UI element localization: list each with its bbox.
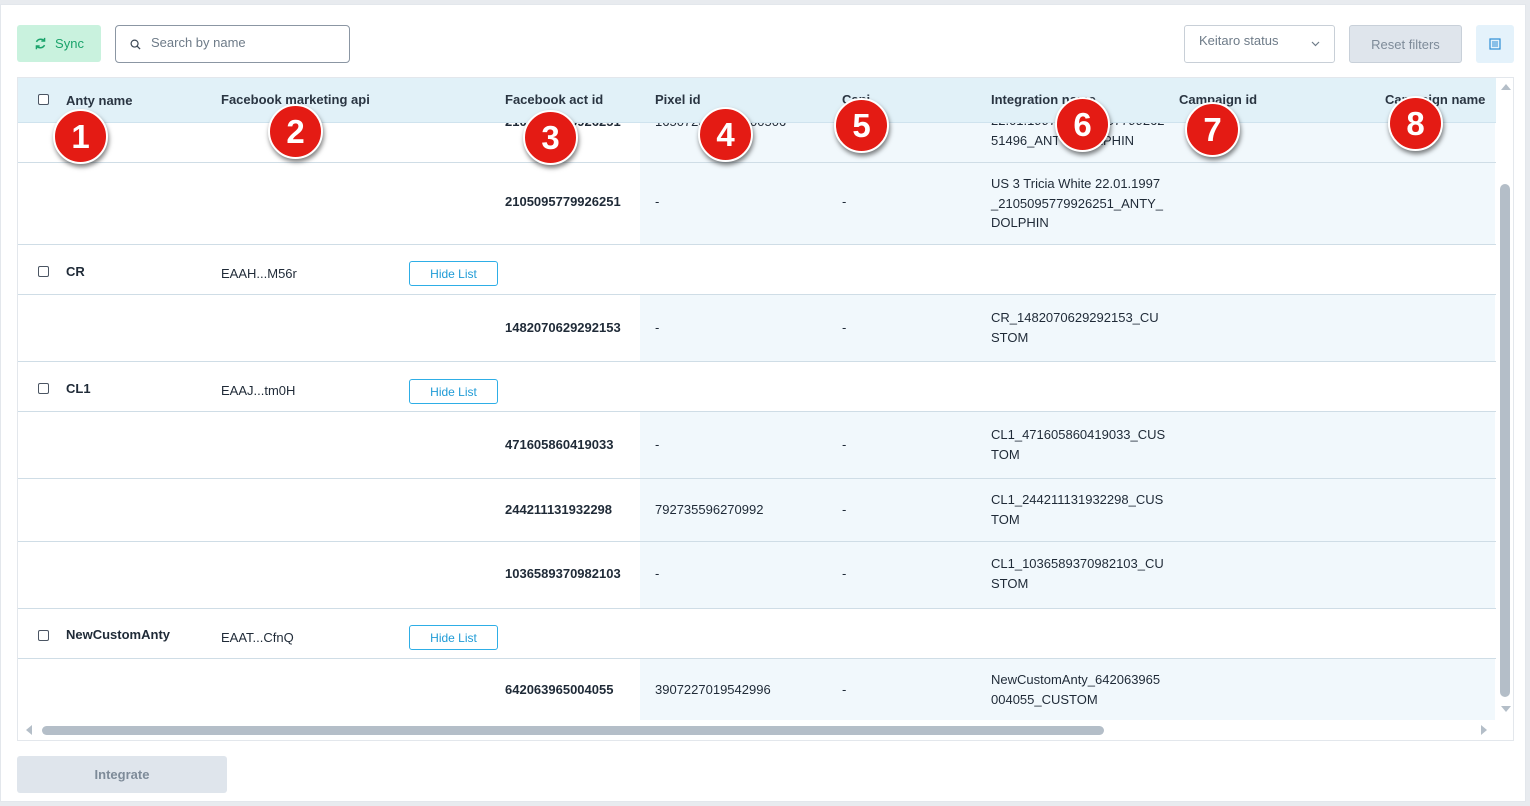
integrations-table: 2105095779926251 1650723 00506 22.01.199… [17,77,1514,741]
keitaro-status-select[interactable]: Keitaro status [1184,25,1335,63]
sync-button[interactable]: Sync [17,25,101,62]
integration-name-cell: CL1_1036589370982103_CUSTOM [991,556,1164,591]
chevron-down-icon [1311,41,1320,47]
table-body: 2105095779926251 1650723 00506 22.01.199… [18,78,1496,721]
marketing-api-cell: EAAH...M56r [221,266,297,281]
integration-name-cell: NewCustomAnty_642063965004055_CUSTOM [991,672,1161,707]
marker-badge-1: 1 [53,109,108,164]
view-toggle-button[interactable] [1476,25,1514,63]
table-view-icon [1489,38,1501,50]
hide-list-button[interactable]: Hide List [409,261,498,286]
search-box[interactable] [115,25,350,63]
horizontal-scroll-thumb[interactable] [42,726,1104,735]
table-row: CR EAAH...M56r Hide List [18,245,1496,295]
integrate-button[interactable]: Integrate [17,756,227,793]
col-pixel-id[interactable]: Pixel id [655,92,701,107]
col-anty-name[interactable]: Anty name [66,93,132,108]
act-id-cell: 1482070629292153 [505,320,621,335]
reset-filters-button[interactable]: Reset filters [1349,25,1462,63]
pixel-id-cell: - [655,566,660,581]
hide-list-label: Hide List [430,384,477,399]
hide-list-label: Hide List [430,630,477,645]
marker-badge-6: 6 [1055,97,1110,152]
search-input[interactable] [151,34,331,50]
capi-cell: - [842,320,847,335]
marker-badge-8: 8 [1388,96,1443,151]
act-id-cell: 471605860419033 [505,437,614,452]
capi-cell: - [842,437,847,452]
row-checkbox[interactable] [38,630,49,641]
marker-badge-5: 5 [834,98,889,153]
table-row: 2105095779926251 - - US 3 Tricia White 2… [18,163,1496,245]
hide-list-button[interactable]: Hide List [409,625,498,650]
scroll-right-icon[interactable] [1481,725,1487,735]
table-row: 1036589370982103 - - CL1_103658937098210… [18,542,1496,609]
table-row: NewCustomAnty EAAT...CfnQ Hide List [18,609,1496,659]
marker-badge-7: 7 [1185,102,1240,157]
table-row: 642063965004055 3907227019542996 - NewCu… [18,659,1496,721]
select-all-checkbox[interactable] [38,94,49,105]
act-id-cell: 244211131932298 [505,502,613,517]
capi-cell: - [842,502,847,517]
marketing-api-cell: EAAT...CfnQ [221,630,294,645]
pixel-id-cell: - [655,320,660,335]
anty-name-cell: CR [66,264,85,279]
pixel-id-cell: 792735596270992 [655,502,764,517]
act-id-cell: 2105095779926251 [505,194,621,209]
act-id-cell: 642063965004055 [505,682,614,697]
integration-name-cell: CL1_471605860419033_CUSTOM [991,427,1166,462]
refresh-icon [35,37,46,50]
vertical-scroll-thumb[interactable] [1500,184,1510,697]
integrate-label: Integrate [94,767,150,782]
marker-badge-3: 3 [523,110,578,165]
marketing-api-cell: EAAJ...tm0H [221,383,296,398]
anty-name-cell: NewCustomAnty [66,627,171,642]
table-header: Anty name Facebook marketing api Faceboo… [18,78,1496,123]
act-id-cell: 1036589370982103 [505,566,621,581]
capi-cell: - [842,194,847,209]
reset-filters-label: Reset filters [1371,36,1440,52]
integration-name-cell: US 3 Tricia White 22.01.1997_21050957799… [991,176,1164,230]
col-act-id[interactable]: Facebook act id [505,92,603,107]
hide-list-button[interactable]: Hide List [409,379,498,404]
search-icon [130,39,141,50]
row-checkbox[interactable] [38,383,49,394]
table-row: CL1 EAAJ...tm0H Hide List [18,362,1496,412]
hide-list-label: Hide List [430,266,477,281]
horizontal-scrollbar[interactable] [18,720,1496,740]
scroll-left-icon[interactable] [26,725,32,735]
pixel-id-cell: - [655,437,660,452]
scroll-up-icon[interactable] [1501,84,1511,90]
keitaro-status-placeholder: Keitaro status [1199,32,1279,48]
pixel-id-cell: - [655,194,660,209]
integration-name-cell: CL1_244211131932298_CUSTOM [991,492,1164,527]
scroll-down-icon[interactable] [1501,706,1511,712]
table-row: 471605860419033 - - CL1_471605860419033_… [18,412,1496,479]
table-row: 244211131932298 792735596270992 - CL1_24… [18,479,1496,542]
marker-badge-2: 2 [268,104,323,159]
sync-label: Sync [55,36,84,51]
integrations-panel: Sync Keitaro status Reset filters 210509… [0,4,1526,802]
table-row: 1482070629292153 - - CR_1482070629292153… [18,295,1496,362]
anty-name-cell: CL1 [66,381,91,396]
capi-cell: - [842,566,847,581]
marker-badge-4: 4 [698,107,753,162]
row-checkbox[interactable] [38,266,49,277]
capi-cell: - [842,682,847,697]
integration-name-cell: CR_1482070629292153_CUSTOM [991,310,1159,345]
vertical-scrollbar[interactable] [1497,78,1513,720]
pixel-id-cell: 3907227019542996 [655,682,771,697]
